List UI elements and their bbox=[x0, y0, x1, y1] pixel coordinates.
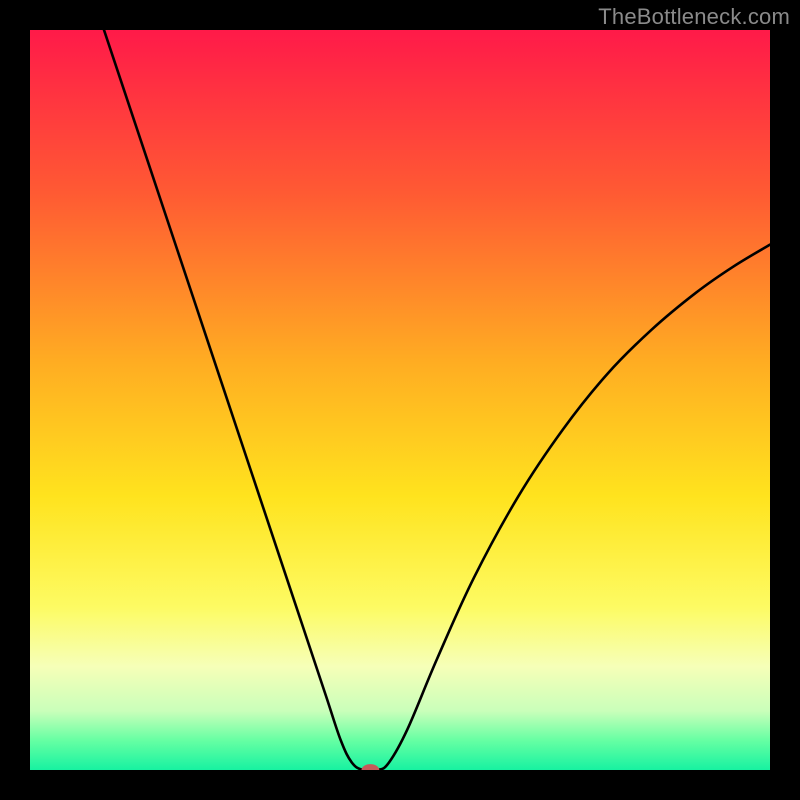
chart-frame: TheBottleneck.com bbox=[0, 0, 800, 800]
bottleneck-chart bbox=[30, 30, 770, 770]
watermark-label: TheBottleneck.com bbox=[598, 4, 790, 30]
plot-area bbox=[30, 30, 770, 770]
